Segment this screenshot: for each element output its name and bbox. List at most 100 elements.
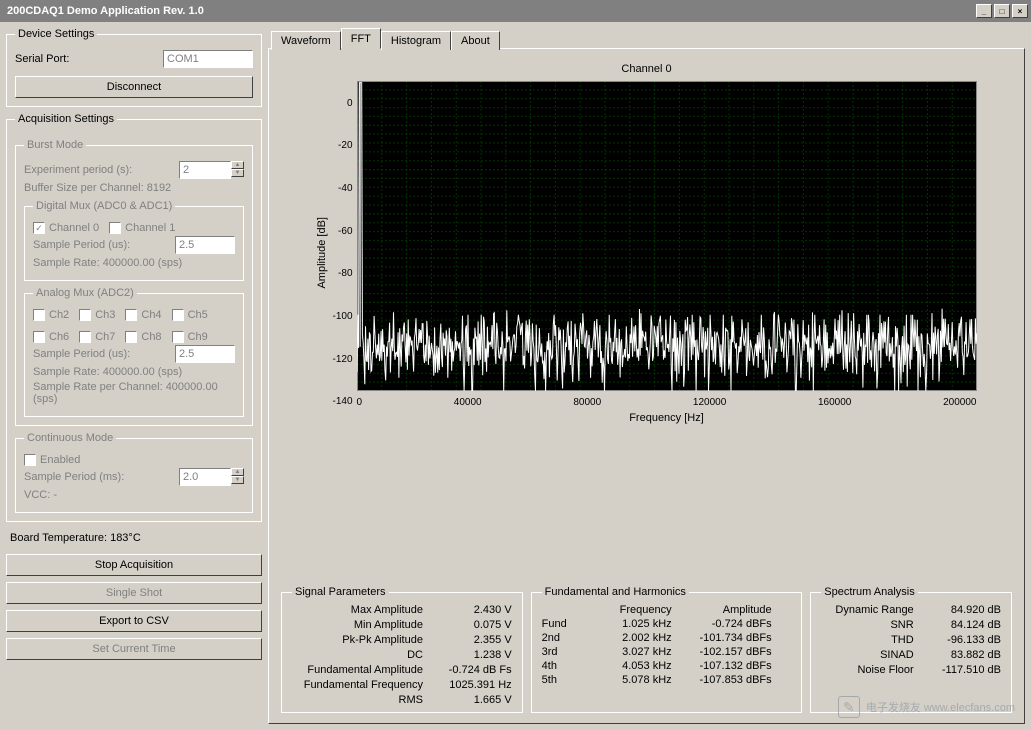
am-sample-rate-label: Sample Rate: 400000.00 (sps) — [33, 366, 235, 378]
single-shot-button[interactable]: Single Shot — [6, 582, 262, 604]
harmonic-freq: 3.027 kHz — [592, 646, 672, 658]
harmonic-name: 3rd — [542, 646, 582, 658]
fft-chart — [357, 81, 977, 391]
buffer-size-label: Buffer Size per Channel: 8192 — [24, 182, 244, 194]
param-value: 2.430 V — [437, 604, 512, 616]
signal-parameters-panel: Signal Parameters Max Amplitude 2.430 V Mi… — [281, 586, 523, 713]
analog-ch-checkbox[interactable] — [79, 309, 91, 321]
harmonic-amp: -107.853 dBFs — [682, 674, 772, 686]
analog-mux-group: Analog Mux (ADC2) Ch2Ch3Ch4Ch5Ch6Ch7Ch8C… — [24, 287, 244, 417]
param-value: 1025.391 Hz — [437, 679, 512, 691]
harmonic-amp: -101.734 dBFs — [682, 632, 772, 644]
device-settings-group: Device Settings Serial Port: Disconnect — [6, 28, 262, 107]
harmonics-header: Amplitude — [682, 604, 772, 616]
burst-legend: Burst Mode — [24, 139, 86, 151]
harmonics-panel: Fundamental and Harmonics FrequencyAmpli… — [531, 586, 803, 713]
watermark-logo-icon: ✎ — [838, 696, 860, 718]
analog-ch-label: Ch8 — [141, 331, 161, 343]
spin-down-icon[interactable]: ▼ — [231, 476, 244, 484]
analog-ch-label: Ch7 — [95, 331, 115, 343]
spectrum-analysis-panel: Spectrum Analysis Dynamic Range84.920 dB… — [810, 586, 1012, 713]
am-sample-period-input[interactable] — [175, 345, 235, 363]
digital-mux-group: Digital Mux (ADC0 & ADC1) ✓Channel 0 Cha… — [24, 200, 244, 281]
analog-ch-checkbox[interactable] — [172, 331, 184, 343]
title-bar: 200CDAQ1 Demo Application Rev. 1.0 _ □ × — [0, 0, 1031, 22]
param-label: Max Amplitude — [292, 604, 423, 616]
digital-mux-legend: Digital Mux (ADC0 & ADC1) — [33, 200, 175, 212]
harmonic-amp: -107.132 dBFs — [682, 660, 772, 672]
chart-xticks: 04000080000120000160000200000 — [357, 394, 977, 408]
dm-sample-rate-label: Sample Rate: 400000.00 (sps) — [33, 257, 235, 269]
param-value: 0.075 V — [437, 619, 512, 631]
harmonic-name: Fund — [542, 618, 582, 630]
analog-ch-label: Ch4 — [141, 309, 161, 321]
cm-sample-period-label: Sample Period (ms): — [24, 471, 124, 483]
device-settings-legend: Device Settings — [15, 28, 97, 40]
analog-ch-label: Ch3 — [95, 309, 115, 321]
analog-mux-legend: Analog Mux (ADC2) — [33, 287, 137, 299]
board-temperature-label: Board Temperature: 183°C — [10, 532, 262, 544]
tab-page-fft: Channel 0 Amplitude [dB] 0-20-40-60-80-1… — [268, 48, 1025, 724]
channel0-checkbox[interactable]: ✓ — [33, 222, 45, 234]
minimize-button[interactable]: _ — [976, 4, 992, 18]
param-value: -0.724 dB Fs — [437, 664, 512, 676]
spectrum-value: 84.124 dB — [928, 619, 1001, 631]
spectrum-label: SNR — [821, 619, 913, 631]
analog-ch-checkbox[interactable] — [125, 331, 137, 343]
channel1-checkbox[interactable] — [109, 222, 121, 234]
harmonic-name: 4th — [542, 660, 582, 672]
tab-fft[interactable]: FFT — [341, 28, 381, 49]
continuous-enabled-checkbox[interactable] — [24, 454, 36, 466]
spin-up-icon[interactable]: ▲ — [231, 161, 244, 169]
analog-ch-checkbox[interactable] — [172, 309, 184, 321]
spin-down-icon[interactable]: ▼ — [231, 169, 244, 177]
tab-waveform[interactable]: Waveform — [271, 31, 341, 50]
spectrum-legend: Spectrum Analysis — [821, 586, 917, 598]
disconnect-button[interactable]: Disconnect — [15, 76, 253, 98]
harmonic-freq: 1.025 kHz — [592, 618, 672, 630]
harmonic-name: 2nd — [542, 632, 582, 644]
tab-histogram[interactable]: Histogram — [381, 31, 451, 50]
analog-ch-checkbox[interactable] — [79, 331, 91, 343]
harmonic-amp: -102.157 dBFs — [682, 646, 772, 658]
param-value: 2.355 V — [437, 634, 512, 646]
harmonics-legend: Fundamental and Harmonics — [542, 586, 689, 598]
param-label: Fundamental Frequency — [292, 679, 423, 691]
analog-ch-label: Ch5 — [188, 309, 208, 321]
analog-ch-checkbox[interactable] — [125, 309, 137, 321]
param-label: Pk-Pk Amplitude — [292, 634, 423, 646]
export-csv-button[interactable]: Export to CSV — [6, 610, 262, 632]
chart-yticks: 0-20-40-60-80-100-120-140 — [332, 98, 356, 408]
spectrum-value: -117.510 dB — [928, 664, 1001, 676]
harmonic-name: 5th — [542, 674, 582, 686]
analog-ch-checkbox[interactable] — [33, 309, 45, 321]
close-button[interactable]: × — [1012, 4, 1028, 18]
param-label: Min Amplitude — [292, 619, 423, 631]
chart-xlabel: Frequency [Hz] — [357, 412, 977, 424]
spectrum-value: 83.882 dB — [928, 649, 1001, 661]
channel0-label: Channel 0 — [49, 222, 99, 234]
maximize-button[interactable]: □ — [994, 4, 1010, 18]
set-time-button[interactable]: Set Current Time — [6, 638, 262, 660]
cm-sample-period-input[interactable] — [179, 468, 231, 486]
tab-about[interactable]: About — [451, 31, 500, 50]
acq-legend: Acquisition Settings — [15, 113, 117, 125]
continuous-enabled-label: Enabled — [40, 454, 80, 466]
spectrum-label: THD — [821, 634, 913, 646]
analog-ch-label: Ch6 — [49, 331, 69, 343]
stop-acquisition-button[interactable]: Stop Acquisition — [6, 554, 262, 576]
analog-ch-label: Ch2 — [49, 309, 69, 321]
am-sample-period-label: Sample Period (us): — [33, 348, 130, 360]
serial-port-input[interactable] — [163, 50, 253, 68]
am-sample-rate-per-ch-label: Sample Rate per Channel: 400000.00 (sps) — [33, 381, 235, 405]
spin-up-icon[interactable]: ▲ — [231, 468, 244, 476]
analog-ch-checkbox[interactable] — [33, 331, 45, 343]
signal-params-legend: Signal Parameters — [292, 586, 389, 598]
spectrum-label: SINAD — [821, 649, 913, 661]
acquisition-settings-group: Acquisition Settings Burst Mode Experime… — [6, 113, 262, 522]
serial-port-label: Serial Port: — [15, 53, 69, 65]
dm-sample-period-input[interactable] — [175, 236, 235, 254]
param-label: RMS — [292, 694, 423, 706]
param-value: 1.238 V — [437, 649, 512, 661]
experiment-period-input[interactable] — [179, 161, 231, 179]
